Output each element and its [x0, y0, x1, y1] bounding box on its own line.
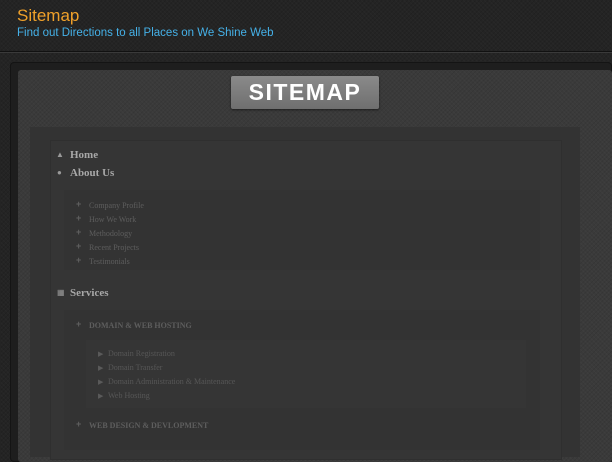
page-title: Sitemap [17, 6, 80, 25]
plus-icon: + [76, 255, 82, 265]
sitemap-link-services[interactable]: Services [70, 287, 108, 299]
page-subtitle: Find out Directions to all Places on We … [17, 27, 274, 39]
plus-icon: + [76, 227, 82, 237]
header-divider [0, 51, 612, 52]
page-header: Sitemap Find out Directions to all Place… [0, 0, 612, 50]
plus-icon: + [76, 241, 82, 251]
plus-icon: + [76, 319, 82, 329]
plus-icon: + [76, 199, 82, 209]
sitemap-link-methodology[interactable]: Methodology [89, 229, 132, 238]
sitemap-link-how-we-work[interactable]: How We Work [89, 215, 136, 224]
sitemap-link-domain-administration[interactable]: Domain Administration & Maintenance [108, 377, 235, 386]
sitemap-link-web-hosting[interactable]: Web Hosting [108, 391, 150, 400]
sitemap-link-domain-registration[interactable]: Domain Registration [108, 349, 175, 358]
sitemap-link-domain-hosting[interactable]: DOMAIN & WEB HOSTING [89, 321, 192, 330]
sitemap-link-testimonials[interactable]: Testimonials [89, 257, 130, 266]
user-icon: ● [57, 168, 62, 177]
sitemap-link-domain-transfer[interactable]: Domain Transfer [108, 363, 162, 372]
arrow-right-icon: ▶ [98, 365, 104, 372]
grid-icon: ▦ [57, 288, 65, 297]
sitemap-banner: SITEMAP [231, 76, 379, 109]
home-icon: ▲ [56, 150, 64, 159]
arrow-right-icon: ▶ [98, 379, 104, 386]
plus-icon: + [76, 419, 82, 429]
plus-icon: + [76, 213, 82, 223]
sitemap-link-recent-projects[interactable]: Recent Projects [89, 243, 139, 252]
sitemap-link-about-us[interactable]: About Us [70, 167, 114, 179]
sitemap-link-web-design[interactable]: WEB DESIGN & DEVLOPMENT [89, 421, 208, 430]
sitemap-link-home[interactable]: Home [70, 149, 98, 161]
arrow-right-icon: ▶ [98, 351, 104, 358]
arrow-right-icon: ▶ [98, 393, 104, 400]
sitemap-link-company-profile[interactable]: Company Profile [89, 201, 144, 210]
sitemap-banner-text: SITEMAP [248, 79, 362, 105]
